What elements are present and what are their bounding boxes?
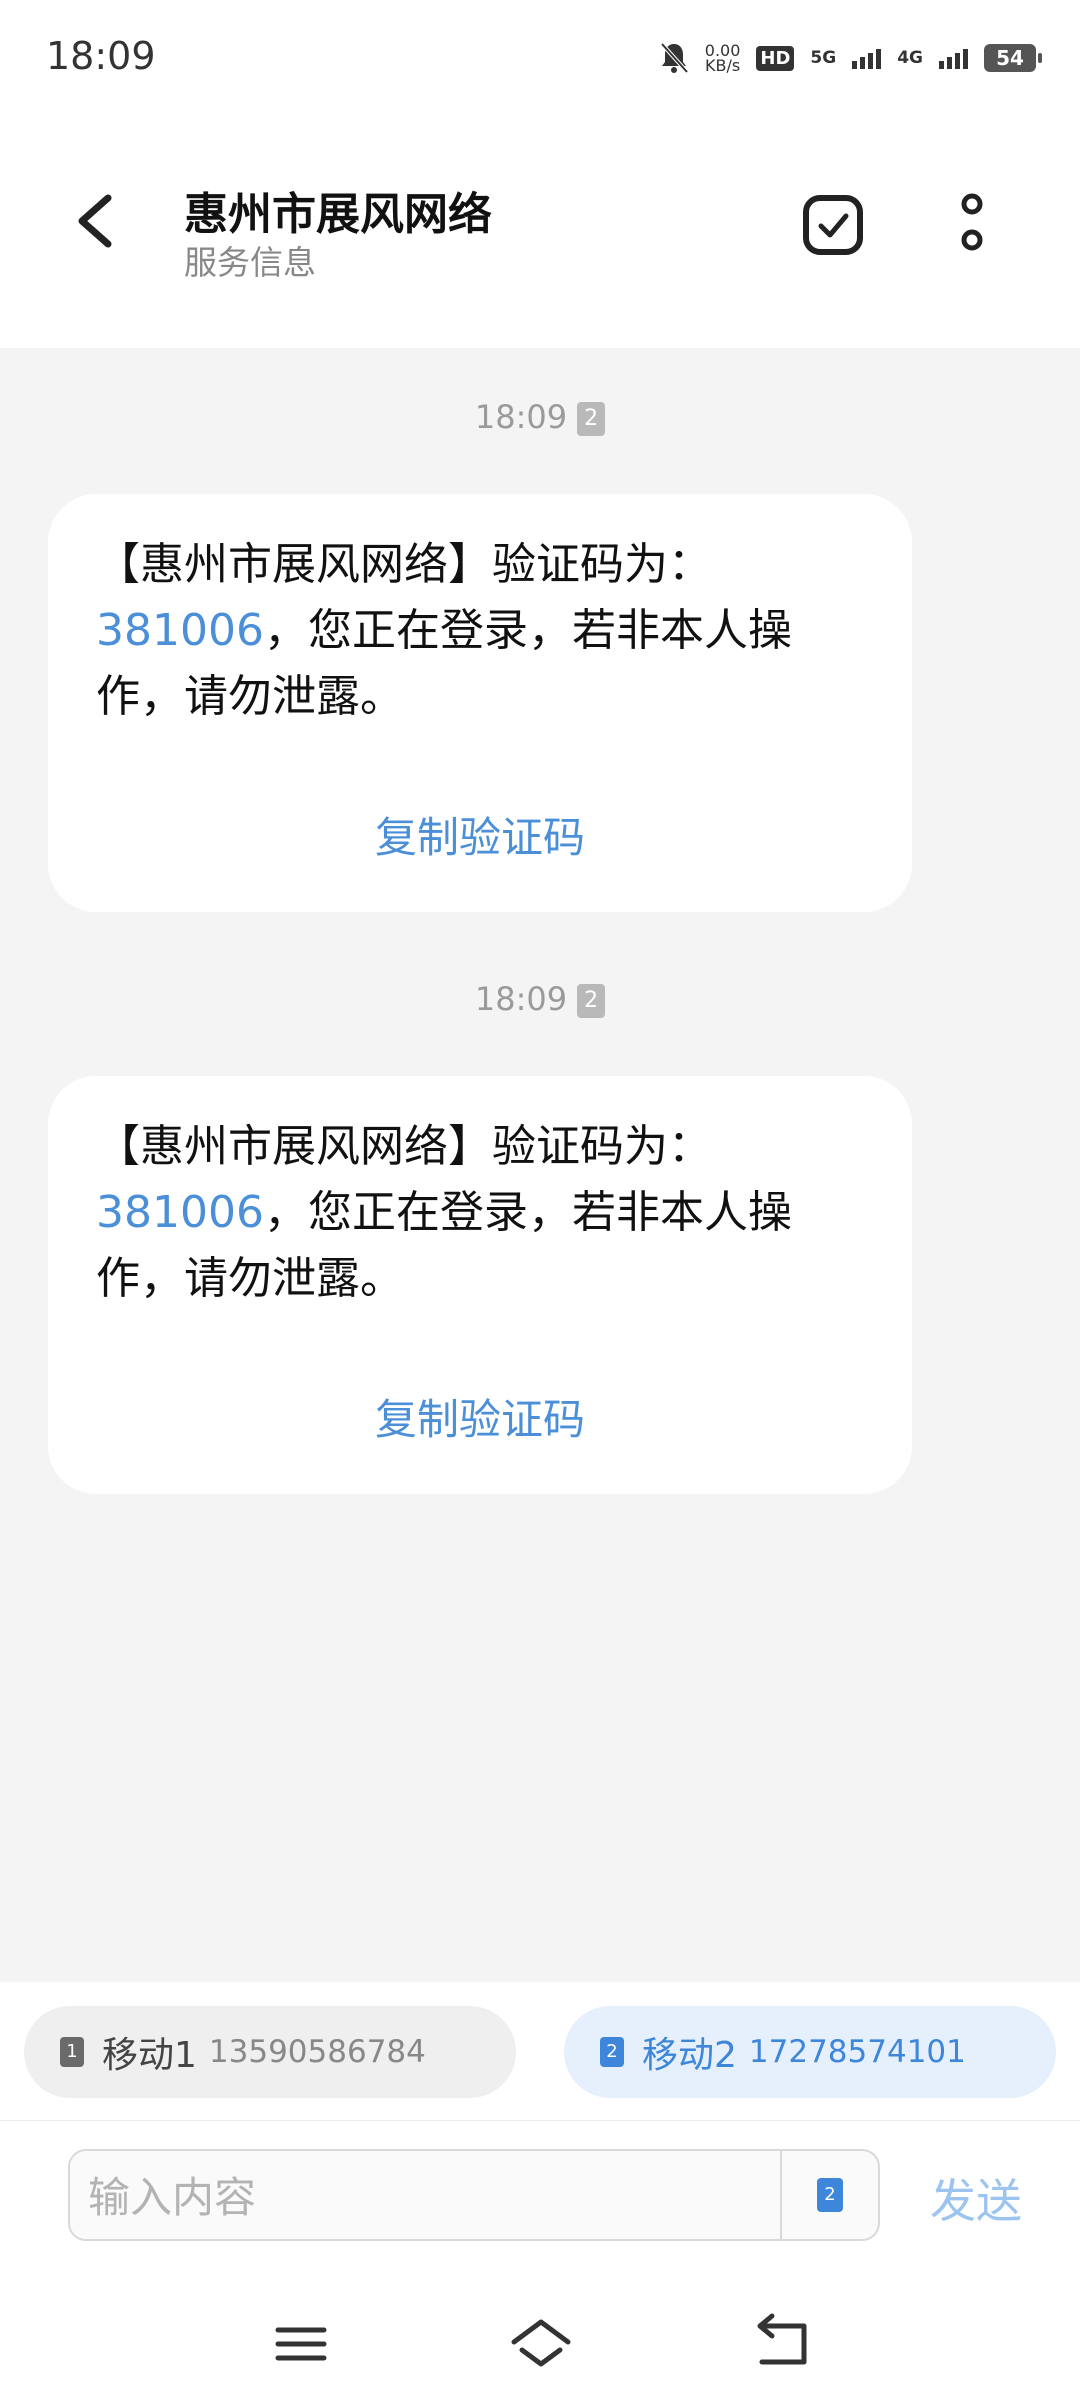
copy-code-button[interactable]: 复制验证码 [48,804,912,865]
message-bubble[interactable]: 【惠州市展风网络】验证码为：381006，您正在登录，若非本人操作，请勿泄露。 … [48,494,912,912]
sim-card-icon: 2 [600,2037,624,2067]
battery-icon: 54 [984,44,1042,72]
network-type-2: 4G [897,48,923,68]
sim-name: 移动1 [102,2035,197,2076]
menu-icon[interactable] [266,2312,336,2376]
network-type-1: 5G [810,48,837,68]
sim-option-1[interactable]: 1 移动1 13590586784 [24,2006,516,2098]
verification-code[interactable]: 381006 [96,605,264,656]
contact-title: 惠州市展风网络 [184,189,492,240]
message-bubble[interactable]: 【惠州市展风网络】验证码为：381006，您正在登录，若非本人操作，请勿泄露。 … [48,1076,912,1494]
sim-name: 移动2 [642,2035,737,2076]
status-time: 18:09 [46,34,156,78]
sim-number: 13590586784 [208,2034,426,2070]
status-icons: 0.00 KB/s HD 5G 4G 54 [659,36,1042,80]
sim-switch-button[interactable]: 2 [780,2151,878,2239]
network-speed: 0.00 KB/s [704,41,741,75]
message-input-box: 2 [68,2149,880,2241]
status-bar: 18:09 0.00 KB/s HD 5G 4G 54 [0,0,1080,110]
sim-badge: 2 [577,402,606,436]
bell-off-icon [660,42,689,74]
signal-icon-2 [939,47,968,69]
signal-icon [852,47,882,69]
message-timestamp: 18:09 2 [0,980,1080,1018]
sim-badge: 2 [577,984,606,1018]
send-button[interactable]: 发送 [930,2165,1022,2231]
sim-number: 17278574101 [748,2034,966,2070]
back-icon[interactable] [746,2312,816,2376]
message-text: 【惠州市展风网络】验证码为：381006，您正在登录，若非本人操作，请勿泄露。 [96,539,792,722]
sim-option-2[interactable]: 2 移动2 17278574101 [564,2006,1056,2098]
sim-card-icon: 1 [60,2037,84,2067]
home-icon[interactable] [506,2312,576,2376]
verification-code[interactable]: 381006 [96,1187,264,1238]
more-vertical-icon[interactable] [950,190,994,260]
conversation-header: 惠州市展风网络 服务信息 [0,110,1080,348]
copy-code-button[interactable]: 复制验证码 [48,1386,912,1447]
composer: 2 发送 [0,2120,1080,2291]
contact-subtitle: 服务信息 [184,243,316,282]
hd-badge: HD [756,45,795,71]
message-text: 【惠州市展风网络】验证码为：381006，您正在登录，若非本人操作，请勿泄露。 [96,1121,792,1304]
system-nav-bar [0,2290,1080,2400]
sim-selector: 1 移动1 13590586784 2 移动2 17278574101 [0,1982,1080,2120]
message-timestamp: 18:09 2 [0,398,1080,436]
message-input[interactable] [86,2161,830,2233]
checkbox-icon[interactable] [802,194,864,256]
back-arrow-icon[interactable] [64,186,124,256]
sim-card-icon: 2 [817,2178,843,2212]
